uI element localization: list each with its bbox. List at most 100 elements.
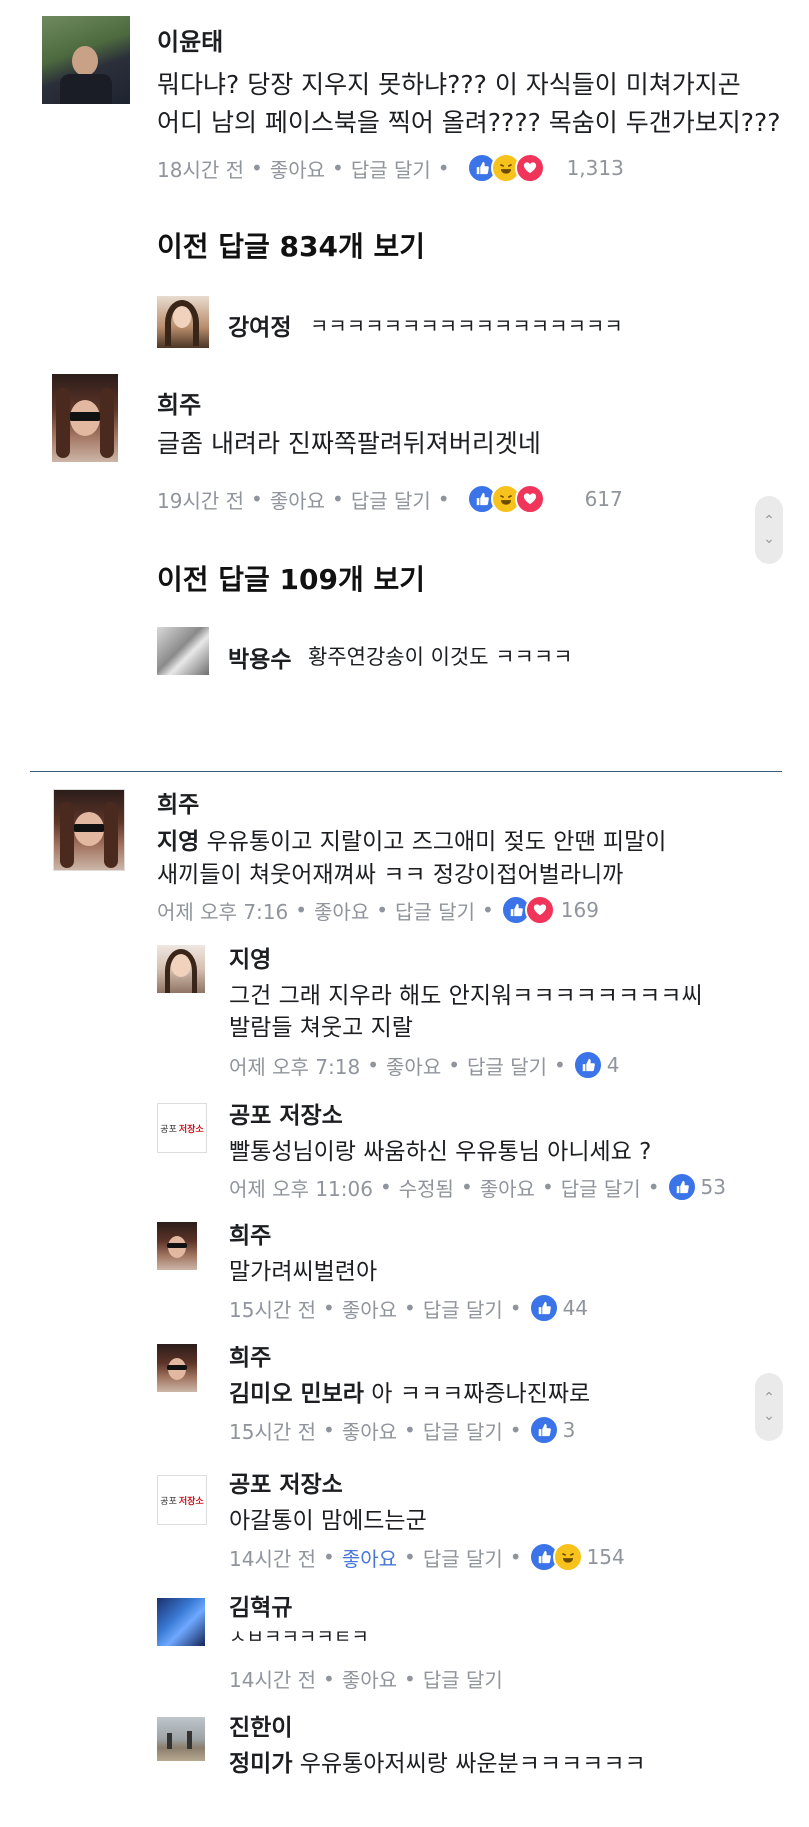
reply-link[interactable]: 답글 달기 <box>351 154 431 183</box>
reaction-icons[interactable] <box>466 484 545 514</box>
reply-author[interactable]: 공포 저장소 <box>229 1465 343 1499</box>
page-logo[interactable]: 공포 저장소 <box>157 1103 207 1153</box>
love-reaction-icon <box>514 153 545 183</box>
reply-meta: 14시간 전 • 좋아요 • 답글 달기 • 154 <box>229 1542 625 1572</box>
reply-author[interactable]: 김혁규 <box>229 1588 292 1622</box>
avatar[interactable] <box>157 296 209 348</box>
avatar[interactable] <box>52 374 118 462</box>
like-link[interactable]: 좋아요 <box>270 154 325 183</box>
love-reaction-icon <box>524 895 555 925</box>
reply-meta: 15시간 전 • 좋아요 • 답글 달기 • 44 <box>229 1293 588 1323</box>
reply-author[interactable]: 희주 <box>229 1338 271 1372</box>
like-link[interactable]: 좋아요 <box>386 1051 441 1080</box>
reply-link[interactable]: 답글 달기 <box>423 1294 503 1323</box>
reaction-count[interactable]: 53 <box>701 1175 726 1199</box>
timestamp: 14시간 전 <box>229 1668 317 1692</box>
view-previous-replies-link[interactable]: 이전 답글 834개 보기 <box>157 225 425 265</box>
comment-author[interactable]: 희주 <box>157 785 199 819</box>
reaction-count[interactable]: 169 <box>561 898 599 922</box>
reply-author[interactable]: 박용수 <box>228 640 291 674</box>
comment-text: 어디 남의 페이스북을 찍어 올려???? 목숨이 두갠가보지??? <box>157 108 781 137</box>
like-reaction-icon[interactable] <box>528 1415 559 1445</box>
reply-author[interactable]: 공포 저장소 <box>229 1096 343 1130</box>
mention-tag[interactable]: 정미가 <box>229 1751 292 1777</box>
reply-link[interactable]: 답글 달기 <box>561 1173 641 1202</box>
like-link[interactable]: 좋아요 <box>270 485 325 514</box>
view-previous-replies-link[interactable]: 이전 답글 109개 보기 <box>157 558 425 598</box>
reply-text: ㅋㅋㅋㅋㅋㅋㅋㅋㅋㅋㅋㅋㅋㅋㅋㅋㅋ <box>310 314 623 338</box>
reply-link[interactable]: 답글 달기 <box>423 1664 503 1693</box>
reply-link[interactable]: 답글 달기 <box>467 1051 547 1080</box>
avatar[interactable] <box>157 1222 197 1270</box>
reaction-count[interactable]: 44 <box>563 1296 588 1320</box>
avatar[interactable] <box>157 627 209 675</box>
reply-text: 황주연강송이 이것도 ㅋㅋㅋㅋ <box>308 645 573 669</box>
reply-author[interactable]: 희주 <box>229 1216 271 1250</box>
reply-meta: 어제 오후 11:06 • 수정됨 • 좋아요 • 답글 달기 • 53 <box>229 1172 726 1202</box>
comment-text: 새끼들이 쳐웃어재껴싸 ㅋㅋ 정강이접어벌라니까 <box>157 862 624 888</box>
avatar[interactable] <box>157 1344 197 1392</box>
timestamp: 어제 오후 11:06 <box>229 1176 373 1201</box>
timestamp: 19시간 전 <box>157 488 245 513</box>
comment-author[interactable]: 이윤태 <box>157 22 223 57</box>
reply-author[interactable]: 진한이 <box>229 1708 292 1742</box>
reply-author[interactable]: 강여정 <box>228 308 291 342</box>
mention-tag[interactable]: 지영 <box>157 829 199 855</box>
haha-reaction-icon <box>552 1542 583 1572</box>
avatar[interactable] <box>157 1598 205 1646</box>
timestamp: 15시간 전 <box>229 1297 317 1322</box>
reply-link[interactable]: 답글 달기 <box>423 1543 503 1572</box>
reply-link[interactable]: 답글 달기 <box>395 896 475 925</box>
reply-text: 정미가 우유통아저씨랑 싸운분ㅋㅋㅋㅋㅋㅋ <box>229 1751 646 1777</box>
like-link[interactable]: 좋아요 <box>342 1416 397 1445</box>
reaction-count[interactable]: 617 <box>585 487 623 511</box>
reply-link[interactable]: 답글 달기 <box>351 485 431 514</box>
reply-text: 발람들 쳐웃고 지랄 <box>229 1015 413 1041</box>
mention-tag[interactable]: 김미오 민보라 <box>229 1381 364 1407</box>
reaction-icons[interactable] <box>528 1542 583 1572</box>
timestamp: 14시간 전 <box>229 1546 317 1571</box>
reaction-icons[interactable] <box>500 895 555 925</box>
like-link[interactable]: 좋아요 <box>342 1664 397 1693</box>
reply-text: 빨통성님이랑 싸움하신 우유통님 아니세요 ? <box>229 1139 652 1165</box>
reply-text: ㅅㅂㅋㅋㅋㅋㅌㅋ <box>229 1626 369 1648</box>
section-divider <box>30 771 782 772</box>
timestamp: 18시간 전 <box>157 157 245 182</box>
like-link[interactable]: 좋아요 <box>480 1173 535 1202</box>
comment-author[interactable]: 희주 <box>157 385 201 420</box>
comment-meta: 18시간 전 • 좋아요 • 답글 달기 • 1,313 <box>157 153 624 183</box>
reply-meta: 15시간 전 • 좋아요 • 답글 달기 • 3 <box>229 1415 575 1445</box>
reaction-icons[interactable] <box>466 153 545 183</box>
comment-text: 뭐다냐? 당장 지우지 못하냐??? 이 자식들이 미쳐가지곤 <box>157 70 741 99</box>
chevron-up-icon: ⌃ <box>763 1390 775 1406</box>
scroll-indicator[interactable]: ⌃ ⌄ <box>755 496 783 564</box>
reaction-count[interactable]: 1,313 <box>567 156 624 180</box>
like-reaction-icon[interactable] <box>572 1050 603 1080</box>
reply-meta: 14시간 전 • 좋아요 • 답글 달기 <box>229 1664 503 1693</box>
reaction-count[interactable]: 154 <box>587 1545 625 1569</box>
timestamp: 어제 오후 7:18 <box>229 1054 361 1079</box>
timestamp: 15시간 전 <box>229 1419 317 1444</box>
comment-text: 지영 우유통이고 지랄이고 즈그애미 젖도 안땐 피말이 <box>157 829 667 855</box>
comment-meta: 19시간 전 • 좋아요 • 답글 달기 • 617 <box>157 484 623 514</box>
like-link[interactable]: 좋아요 <box>342 1543 397 1572</box>
reply-text: 아갈통이 맘에드는군 <box>229 1508 427 1534</box>
edited-label: 수정됨 <box>398 1176 454 1201</box>
page-logo[interactable]: 공포 저장소 <box>157 1475 207 1525</box>
like-reaction-icon[interactable] <box>666 1172 697 1202</box>
chevron-down-icon: ⌄ <box>763 1408 775 1424</box>
like-link[interactable]: 좋아요 <box>342 1294 397 1323</box>
reply-text: 김미오 민보라 아 ㅋㅋㅋ짜증나진짜로 <box>229 1381 591 1407</box>
comment-text: 글좀 내려라 진짜쪽팔려뒤져버리겟네 <box>157 429 541 458</box>
reply-link[interactable]: 답글 달기 <box>423 1416 503 1445</box>
avatar[interactable] <box>157 945 205 993</box>
like-link[interactable]: 좋아요 <box>314 896 369 925</box>
reply-author[interactable]: 지영 <box>229 940 271 974</box>
reaction-count[interactable]: 3 <box>563 1418 576 1442</box>
reaction-count[interactable]: 4 <box>607 1053 620 1077</box>
like-reaction-icon[interactable] <box>528 1293 559 1323</box>
avatar[interactable] <box>157 1717 205 1761</box>
avatar[interactable] <box>42 16 130 104</box>
avatar[interactable] <box>53 789 125 871</box>
scroll-indicator[interactable]: ⌃ ⌄ <box>755 1373 783 1441</box>
